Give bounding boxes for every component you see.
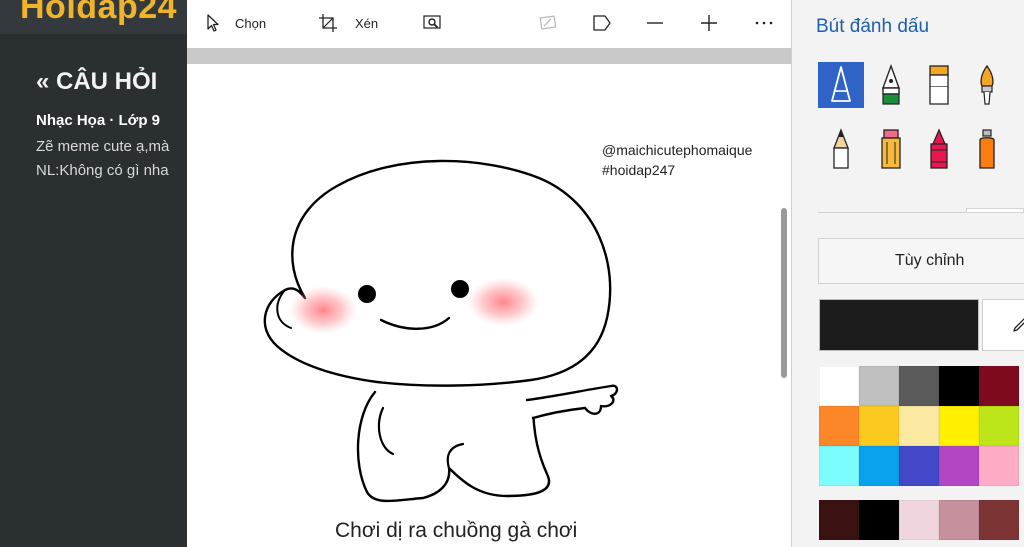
- pane-title: Bút đánh dấu: [816, 16, 930, 37]
- crop-button[interactable]: Xén: [319, 0, 378, 46]
- customize-button[interactable]: Tùy chỉnh: [818, 238, 1024, 284]
- color-swatch[interactable]: [899, 446, 939, 486]
- zoom-out-button[interactable]: [646, 0, 664, 46]
- question-text-line-1: Zẽ meme cute ạ,mà: [36, 138, 170, 155]
- color-swatch[interactable]: [979, 406, 1019, 446]
- select-button[interactable]: Chọn: [205, 0, 266, 46]
- color-swatch[interactable]: [939, 500, 979, 540]
- color-swatch[interactable]: [899, 500, 939, 540]
- marker-icon: [929, 65, 949, 105]
- color-swatch[interactable]: [819, 446, 859, 486]
- customize-label: Tùy chỉnh: [895, 252, 965, 269]
- image-search-button[interactable]: [423, 0, 441, 46]
- plus-icon: [701, 15, 717, 31]
- highlighter-icon: [881, 129, 901, 169]
- image-search-icon: [423, 15, 441, 29]
- tool-paintbrush[interactable]: [964, 62, 1010, 108]
- canvas-top-edge: [187, 48, 791, 64]
- color-swatch[interactable]: [899, 366, 939, 406]
- meme-character-drawing: [263, 159, 619, 503]
- crop-label: Xén: [355, 15, 379, 31]
- color-swatch[interactable]: [859, 446, 899, 486]
- drawing-canvas[interactable]: @maichicutephomaique #hoidap247 Chơi dị …: [187, 64, 791, 547]
- tool-ballpoint-pen[interactable]: [818, 62, 864, 108]
- question-text-line-2: NL:Không có gì nha: [36, 162, 169, 179]
- snip-sketch-window: Chọn Xén @maichicutephomaique #hoidap247: [187, 0, 1024, 547]
- color-swatch[interactable]: [939, 446, 979, 486]
- color-swatch[interactable]: [979, 446, 1019, 486]
- pen-options-pane: Bút đánh dấu Tùy chỉnh: [792, 0, 1024, 547]
- meme-caption: Chơi dị ra chuồng gà chơi: [335, 519, 578, 542]
- touch-writing-icon: [539, 15, 557, 30]
- color-swatch[interactable]: [819, 500, 859, 540]
- tool-marker[interactable]: [916, 62, 962, 108]
- spray-can-icon: [979, 129, 995, 169]
- vertical-scrollbar[interactable]: [781, 208, 787, 378]
- crayon-icon: [930, 128, 948, 169]
- eyedropper-icon: [1013, 318, 1024, 332]
- color-swatch[interactable]: [859, 406, 899, 446]
- ruler-icon: [593, 15, 611, 31]
- touch-writing-button[interactable]: [539, 0, 557, 46]
- tool-pencil[interactable]: [818, 126, 864, 172]
- tool-highlighter[interactable]: [868, 126, 914, 172]
- crop-icon: [319, 14, 337, 32]
- cursor-arrow-icon: [207, 14, 219, 32]
- question-subject[interactable]: Nhạc Họa · Lớp 9: [36, 112, 160, 129]
- color-swatch[interactable]: [819, 406, 859, 446]
- color-swatch[interactable]: [859, 500, 899, 540]
- color-swatch[interactable]: [899, 406, 939, 446]
- tool-calligraphy-pen[interactable]: [868, 62, 914, 108]
- select-label: Chọn: [235, 15, 267, 31]
- color-swatch[interactable]: [939, 366, 979, 406]
- site-logo[interactable]: Hoidap24: [20, 0, 177, 27]
- size-slider-track[interactable]: [966, 208, 1024, 213]
- pencil-icon: [833, 128, 849, 169]
- color-picker-button[interactable]: [982, 299, 1024, 351]
- paintbrush-icon: [980, 64, 994, 105]
- more-options-button[interactable]: [755, 0, 773, 46]
- ruler-button[interactable]: [592, 0, 612, 46]
- calligraphy-pen-icon: [882, 64, 900, 105]
- color-swatch[interactable]: [859, 366, 899, 406]
- page-title: « CÂU HỎI: [36, 68, 158, 95]
- zoom-in-button[interactable]: [700, 0, 718, 46]
- current-color-preview: [819, 299, 979, 351]
- color-swatch[interactable]: [819, 366, 859, 406]
- ballpoint-pen-icon: [831, 66, 851, 102]
- color-swatch[interactable]: [979, 500, 1019, 540]
- tool-crayon[interactable]: [916, 126, 962, 172]
- tool-spray-can[interactable]: [964, 126, 1010, 172]
- color-swatch[interactable]: [939, 406, 979, 446]
- more-dots-icon: [755, 21, 773, 25]
- color-swatch[interactable]: [979, 366, 1019, 406]
- toolbar: Chọn Xén: [187, 0, 791, 46]
- minus-icon: [647, 22, 663, 24]
- canvas-area[interactable]: @maichicutephomaique #hoidap247 Chơi dị …: [187, 46, 791, 547]
